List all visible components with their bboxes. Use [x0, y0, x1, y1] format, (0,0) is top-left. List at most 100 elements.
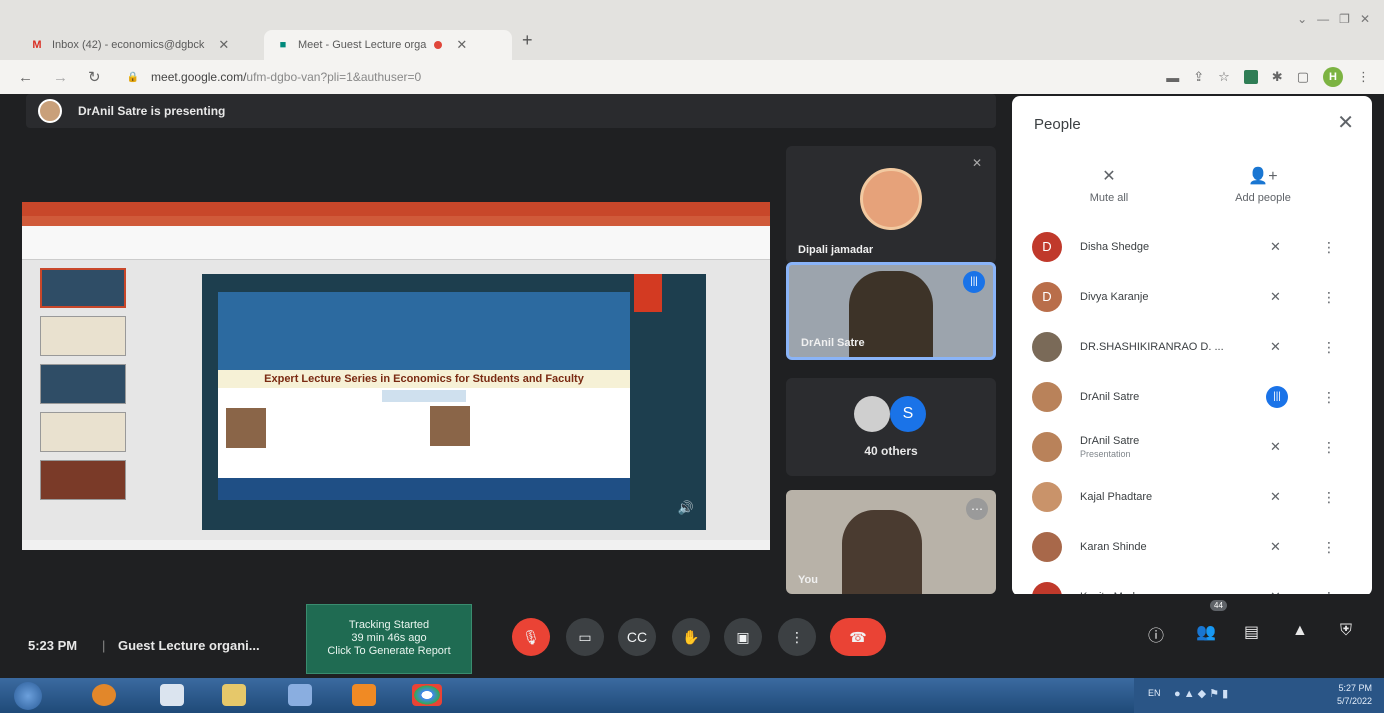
- forward-icon[interactable]: →: [53, 69, 68, 86]
- clock-date: 5/7/2022: [1336, 696, 1372, 706]
- raise-hand-button[interactable]: ✋: [672, 618, 710, 656]
- windows-start-icon[interactable]: [14, 682, 42, 710]
- meeting-details-icon[interactable]: ⓘ: [1148, 622, 1164, 646]
- more-options-button[interactable]: ⋮: [778, 618, 816, 656]
- close-window-icon[interactable]: ✕: [1360, 12, 1370, 26]
- people-panel-title: People: [1034, 116, 1081, 133]
- share-icon[interactable]: ⇪: [1193, 69, 1204, 85]
- participant-name: Disha Shedge: [1080, 241, 1149, 253]
- more-vert-icon[interactable]: ⋮: [1322, 489, 1336, 506]
- participant-avatar: [1032, 432, 1062, 462]
- mic-toggle-button[interactable]: 🎙: [512, 618, 550, 656]
- participant-tile[interactable]: ✕ Dipali jamadar: [786, 146, 996, 264]
- sidebar-icon[interactable]: ▢: [1297, 69, 1309, 85]
- participant-row[interactable]: Karan Shinde ✕ ⋮: [1012, 522, 1372, 572]
- chevron-down-icon[interactable]: ⌄: [1297, 12, 1307, 26]
- tracking-report-button[interactable]: Tracking Started 39 min 46s ago Click To…: [306, 604, 472, 674]
- participant-row[interactable]: Kavita Madane✕⋮: [1012, 572, 1372, 596]
- lock-icon[interactable]: 🔒: [127, 72, 139, 83]
- mic-off-icon: 🎙: [522, 629, 540, 645]
- extension-icon[interactable]: [1243, 70, 1258, 84]
- back-icon[interactable]: ←: [18, 69, 33, 86]
- participant-avatar: [1032, 532, 1062, 562]
- media-player-icon[interactable]: [92, 684, 116, 706]
- mic-off-icon[interactable]: ✕: [1270, 539, 1281, 555]
- participant-tile-active-speaker[interactable]: ||| DrAnil Satre: [786, 262, 996, 360]
- reload-icon[interactable]: ↻: [88, 68, 101, 86]
- star-icon[interactable]: ☆: [1218, 69, 1230, 85]
- profile-avatar[interactable]: H: [1323, 67, 1343, 87]
- more-vert-icon[interactable]: ⋮: [1322, 289, 1336, 306]
- more-options-icon[interactable]: ⋯: [966, 498, 988, 520]
- menu-dots-icon[interactable]: ⋮: [1357, 69, 1370, 85]
- speaking-indicator-icon[interactable]: |||: [1266, 386, 1288, 408]
- participant-name: Divya Karanje: [1080, 291, 1148, 303]
- current-slide: Expert Lecture Series in Economics for S…: [202, 274, 706, 530]
- new-tab-button[interactable]: +: [522, 30, 533, 51]
- host-controls-icon[interactable]: ⛨: [1340, 622, 1352, 640]
- people-icon[interactable]: 👥: [1196, 622, 1216, 642]
- folder-icon[interactable]: [222, 684, 246, 706]
- more-vert-icon[interactable]: ⋮: [1322, 339, 1336, 356]
- window-icon[interactable]: [288, 684, 312, 706]
- participant-row[interactable]: DrAnil Satre Presentation ✕ ⋮: [1012, 422, 1372, 472]
- participant-row[interactable]: DR.SHASHIKIRANRAO D. ... ✕ ⋮: [1012, 322, 1372, 372]
- participant-name-text: Disha Shedge: [1080, 241, 1150, 253]
- ppt-ribbon: [22, 226, 770, 260]
- close-icon[interactable]: ✕: [218, 37, 229, 53]
- tray-icons[interactable]: ● ▲ ◆ ⚑ ▮: [1174, 687, 1228, 700]
- lecture-poster: Expert Lecture Series in Economics for S…: [218, 292, 630, 500]
- self-tile[interactable]: ⋯ You: [786, 490, 996, 594]
- camera-toggle-button[interactable]: ▭: [566, 618, 604, 656]
- tracking-line: Tracking Started: [348, 619, 430, 631]
- chat-icon[interactable]: ▤: [1244, 622, 1259, 642]
- others-tile[interactable]: S 40 others: [786, 378, 996, 476]
- present-button[interactable]: ▣: [724, 618, 762, 656]
- participant-row[interactable]: DrAnil Satre ||| ⋮: [1012, 372, 1372, 422]
- url-field[interactable]: meet.google.com/ufm-dgbo-van?pli=1&authu…: [151, 70, 421, 84]
- participant-name-text: DrAnil Satre: [1080, 435, 1140, 447]
- more-vert-icon[interactable]: ⋮: [1322, 239, 1336, 256]
- tab-inbox[interactable]: M Inbox (42) - economics@dgbck ✕: [18, 30, 241, 60]
- window-controls: ⌄ — ❐ ✕: [1297, 12, 1370, 26]
- restore-icon[interactable]: ❐: [1339, 12, 1350, 26]
- camera-icon[interactable]: ▬: [1166, 70, 1179, 85]
- minimize-icon[interactable]: —: [1317, 12, 1329, 26]
- mic-off-icon[interactable]: ✕: [1270, 339, 1281, 355]
- mic-off-icon[interactable]: ✕: [1270, 289, 1281, 305]
- slide-thumbnail: [40, 460, 126, 500]
- participant-name: DrAnil Satre: [801, 337, 865, 349]
- participant-row[interactable]: D Disha Shedge ✕ ⋮: [1012, 222, 1372, 272]
- puzzle-icon[interactable]: ✱: [1272, 69, 1283, 85]
- close-icon[interactable]: ✕: [1337, 110, 1354, 135]
- participant-subtitle: Presentation: [1080, 449, 1131, 459]
- tab-meet-label: Meet - Guest Lecture orga: [298, 39, 427, 51]
- activities-icon[interactable]: ▲: [1292, 622, 1308, 640]
- separator: |: [102, 638, 106, 653]
- participant-row[interactable]: D Divya Karanje ✕ ⋮: [1012, 272, 1372, 322]
- add-people-button[interactable]: 👤+ Add people: [1218, 166, 1308, 204]
- participant-row[interactable]: Kajal Phadtare ✕ ⋮: [1012, 472, 1372, 522]
- close-icon[interactable]: ✕: [456, 37, 467, 53]
- more-vert-icon[interactable]: ⋮: [1322, 439, 1336, 456]
- url-host: meet.google.com/: [151, 70, 247, 84]
- slide-thumbnail: [40, 364, 126, 404]
- more-vert-icon[interactable]: ⋮: [1322, 539, 1336, 556]
- mute-all-button[interactable]: ✕ Mute all: [1064, 166, 1154, 204]
- tab-meet[interactable]: ■ Meet - Guest Lecture orga ✕: [264, 30, 512, 60]
- mic-off-icon[interactable]: ✕: [1270, 439, 1281, 455]
- poster-header-block: [218, 292, 630, 370]
- leave-call-button[interactable]: ☎: [830, 618, 886, 656]
- document-icon[interactable]: [160, 684, 184, 706]
- captions-button[interactable]: CC: [618, 618, 656, 656]
- ppt-titlebar: [22, 202, 770, 216]
- taskbar-clock[interactable]: 5:27 PM 5/7/2022: [1337, 682, 1372, 708]
- chrome-icon[interactable]: [412, 684, 442, 706]
- mic-off-icon[interactable]: ✕: [1270, 239, 1281, 255]
- mic-off-icon: ✕: [971, 156, 982, 170]
- language-indicator[interactable]: EN: [1148, 688, 1161, 698]
- people-panel: People ✕ ✕ Mute all 👤+ Add people D Disha…: [1012, 96, 1372, 596]
- more-vert-icon[interactable]: ⋮: [1322, 389, 1336, 406]
- mic-off-icon[interactable]: ✕: [1270, 489, 1281, 505]
- vlc-icon[interactable]: [352, 684, 376, 706]
